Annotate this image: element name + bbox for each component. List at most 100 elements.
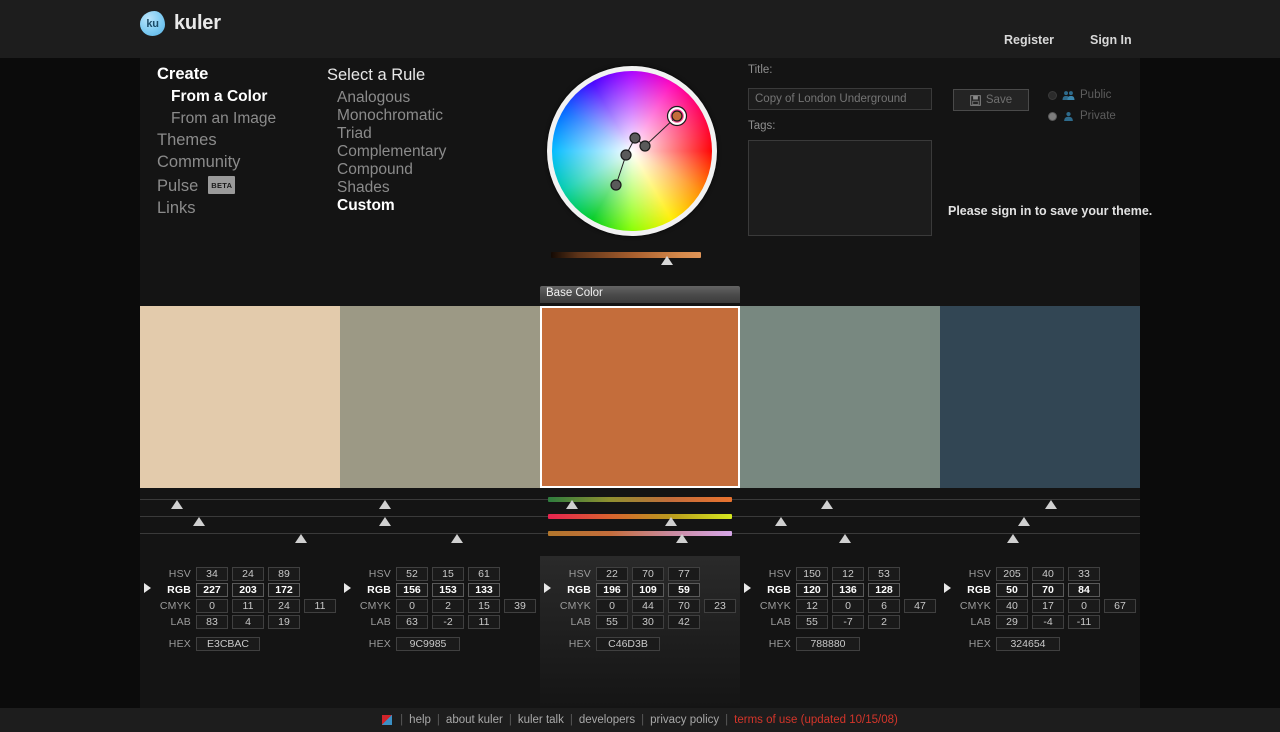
rgb-field-2[interactable]: 172 [268, 583, 300, 597]
hsv-field-0[interactable]: 34 [196, 567, 228, 581]
hsv-field-1[interactable]: 12 [832, 567, 864, 581]
cmyk-field-0[interactable]: 0 [396, 599, 428, 613]
cmyk-field-3[interactable]: 47 [904, 599, 936, 613]
cmyk-field-0[interactable]: 40 [996, 599, 1028, 613]
rule-item-complementary[interactable]: Complementary [327, 143, 507, 160]
hex-field[interactable]: E3CBAC [196, 637, 260, 651]
footer-link-help[interactable]: help [409, 714, 431, 726]
lab-field-2[interactable]: -11 [1068, 615, 1100, 629]
visibility-public-option[interactable]: Public [1048, 89, 1111, 101]
slider-handle-2-saturation[interactable] [665, 517, 677, 526]
rgb-field-0[interactable]: 196 [596, 583, 628, 597]
tags-input[interactable] [748, 140, 932, 236]
expand-arrow-icon[interactable] [744, 583, 751, 593]
slider-handle-1-brightness[interactable] [451, 534, 463, 543]
wheel-marker-0[interactable] [672, 111, 682, 121]
cmyk-field-2[interactable]: 24 [268, 599, 300, 613]
visibility-private-option[interactable]: Private [1048, 110, 1116, 122]
private-radio[interactable] [1048, 112, 1057, 121]
hsv-field-0[interactable]: 205 [996, 567, 1028, 581]
hsv-field-1[interactable]: 24 [232, 567, 264, 581]
slider-handle-1-saturation[interactable] [379, 517, 391, 526]
rgb-field-0[interactable]: 120 [796, 583, 828, 597]
lab-field-1[interactable]: -4 [1032, 615, 1064, 629]
rgb-field-1[interactable]: 203 [232, 583, 264, 597]
expand-arrow-icon[interactable] [544, 583, 551, 593]
sidebar-item-from-a-color[interactable]: From a Color [157, 88, 317, 105]
rgb-field-0[interactable]: 156 [396, 583, 428, 597]
rule-item-shades[interactable]: Shades [327, 179, 507, 196]
rgb-field-1[interactable]: 136 [832, 583, 864, 597]
slider-handle-0-brightness[interactable] [295, 534, 307, 543]
expand-arrow-icon[interactable] [344, 583, 351, 593]
rgb-field-1[interactable]: 70 [1032, 583, 1064, 597]
hsv-field-1[interactable]: 15 [432, 567, 464, 581]
cmyk-field-1[interactable]: 11 [232, 599, 264, 613]
brightness-slider-handle[interactable] [661, 256, 673, 265]
hex-field[interactable]: 788880 [796, 637, 860, 651]
rule-item-monochromatic[interactable]: Monochromatic [327, 107, 507, 124]
slider-handle-2-brightness[interactable] [676, 534, 688, 543]
slider-handle-0-saturation[interactable] [193, 517, 205, 526]
sidebar-item-create[interactable]: Create [157, 66, 317, 83]
cmyk-field-1[interactable]: 2 [432, 599, 464, 613]
signin-link[interactable]: Sign In [1090, 33, 1132, 47]
hsv-field-0[interactable]: 22 [596, 567, 628, 581]
cmyk-field-0[interactable]: 12 [796, 599, 828, 613]
sidebar-item-from-an-image[interactable]: From an Image [157, 110, 317, 127]
rgb-field-2[interactable]: 59 [668, 583, 700, 597]
lab-field-2[interactable]: 19 [268, 615, 300, 629]
cmyk-field-3[interactable]: 39 [504, 599, 536, 613]
cmyk-field-2[interactable]: 0 [1068, 599, 1100, 613]
hsv-field-1[interactable]: 40 [1032, 567, 1064, 581]
color-wheel-markers[interactable] [547, 66, 717, 236]
cmyk-field-2[interactable]: 70 [668, 599, 700, 613]
hex-field[interactable]: 9C9985 [396, 637, 460, 651]
slider-handle-1-hue[interactable] [379, 500, 391, 509]
rule-item-compound[interactable]: Compound [327, 161, 507, 178]
lab-field-0[interactable]: 83 [196, 615, 228, 629]
hsv-field-1[interactable]: 70 [632, 567, 664, 581]
hsv-field-2[interactable]: 77 [668, 567, 700, 581]
active-slider-bar-1[interactable] [548, 514, 732, 519]
cmyk-field-1[interactable]: 0 [832, 599, 864, 613]
slider-handle-3-hue[interactable] [821, 500, 833, 509]
rgb-field-1[interactable]: 109 [632, 583, 664, 597]
swatch-4[interactable] [940, 306, 1140, 488]
slider-handle-4-saturation[interactable] [1018, 517, 1030, 526]
cmyk-field-1[interactable]: 17 [1032, 599, 1064, 613]
cmyk-field-2[interactable]: 15 [468, 599, 500, 613]
base-color-tab[interactable]: Base Color [540, 286, 740, 303]
slider-handle-3-brightness[interactable] [839, 534, 851, 543]
lab-field-1[interactable]: 30 [632, 615, 664, 629]
cmyk-field-3[interactable]: 67 [1104, 599, 1136, 613]
rgb-field-0[interactable]: 50 [996, 583, 1028, 597]
hex-field[interactable]: 324654 [996, 637, 1060, 651]
save-button[interactable]: Save [953, 89, 1029, 111]
lab-field-0[interactable]: 63 [396, 615, 428, 629]
footer-link-about-kuler[interactable]: about kuler [446, 714, 503, 726]
wheel-marker-1[interactable] [640, 141, 650, 151]
hsv-field-0[interactable]: 150 [796, 567, 828, 581]
swatch-1[interactable] [340, 306, 540, 488]
lab-field-1[interactable]: -7 [832, 615, 864, 629]
sidebar-item-links[interactable]: Links [157, 200, 317, 217]
cmyk-field-3[interactable]: 11 [304, 599, 336, 613]
cmyk-field-3[interactable]: 23 [704, 599, 736, 613]
public-radio[interactable] [1048, 91, 1057, 100]
rgb-field-2[interactable]: 128 [868, 583, 900, 597]
lab-field-0[interactable]: 55 [796, 615, 828, 629]
lab-field-1[interactable]: -2 [432, 615, 464, 629]
rgb-field-2[interactable]: 84 [1068, 583, 1100, 597]
cmyk-field-1[interactable]: 44 [632, 599, 664, 613]
rule-item-analogous[interactable]: Analogous [327, 89, 507, 106]
swatch-2[interactable] [540, 306, 740, 488]
hsv-field-2[interactable]: 89 [268, 567, 300, 581]
swatch-0[interactable] [140, 306, 340, 488]
hsv-field-2[interactable]: 33 [1068, 567, 1100, 581]
wheel-marker-4[interactable] [611, 180, 621, 190]
hsv-field-2[interactable]: 53 [868, 567, 900, 581]
lab-field-2[interactable]: 11 [468, 615, 500, 629]
footer-link-privacy-policy[interactable]: privacy policy [650, 714, 719, 726]
slider-handle-3-saturation[interactable] [775, 517, 787, 526]
